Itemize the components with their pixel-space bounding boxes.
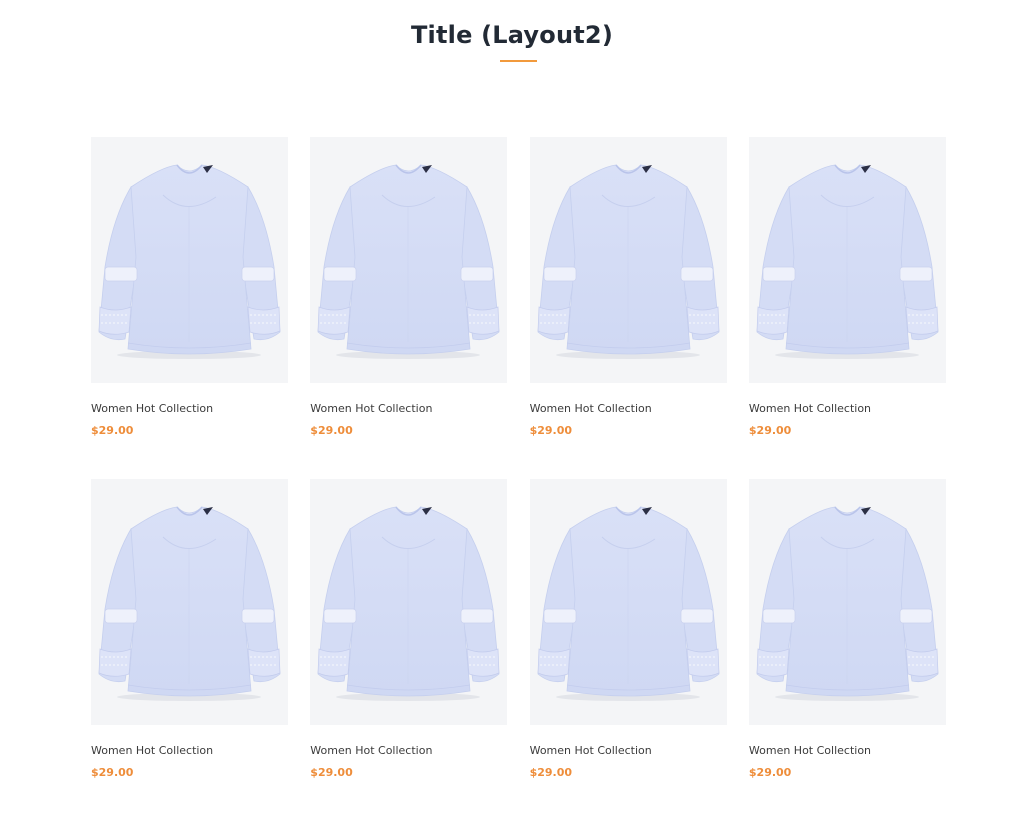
- section-title: Title (Layout2): [410, 21, 613, 49]
- product-price: $29.00: [529, 766, 573, 779]
- product-image[interactable]: [91, 137, 288, 383]
- product-price: $29.00: [529, 424, 573, 437]
- product-name[interactable]: Women Hot Collection: [91, 402, 213, 415]
- product-card[interactable]: Women Hot Collection $29.00: [91, 137, 288, 479]
- product-card[interactable]: Women Hot Collection $29.00: [529, 137, 727, 479]
- product-image[interactable]: [310, 479, 508, 725]
- title-underline: [500, 60, 537, 62]
- product-card[interactable]: Women Hot Collection $29.00: [529, 479, 727, 821]
- product-price: $29.00: [748, 766, 792, 779]
- blouse-image: [537, 506, 720, 701]
- product-grid: Women Hot Collection $29.00 Women Hot Co…: [91, 137, 946, 821]
- product-name[interactable]: Women Hot Collection: [749, 402, 871, 415]
- product-name[interactable]: Women Hot Collection: [749, 744, 871, 757]
- blouse-image: [756, 506, 939, 701]
- blouse-image: [317, 164, 500, 359]
- product-image[interactable]: [310, 137, 508, 383]
- blouse-image: [756, 164, 939, 359]
- product-name[interactable]: Women Hot Collection: [530, 402, 652, 415]
- product-image[interactable]: [529, 479, 727, 725]
- product-image[interactable]: [91, 479, 288, 725]
- product-image[interactable]: [748, 479, 946, 725]
- product-name[interactable]: Women Hot Collection: [310, 744, 432, 757]
- product-name[interactable]: Women Hot Collection: [530, 744, 652, 757]
- blouse-image: [98, 506, 281, 701]
- product-card[interactable]: Women Hot Collection $29.00: [310, 479, 508, 821]
- product-card[interactable]: Women Hot Collection $29.00: [310, 137, 508, 479]
- blouse-image: [317, 506, 500, 701]
- product-card[interactable]: Women Hot Collection $29.00: [748, 137, 946, 479]
- product-card[interactable]: Women Hot Collection $29.00: [748, 479, 946, 821]
- blouse-image: [98, 164, 281, 359]
- product-price: $29.00: [91, 766, 134, 779]
- blouse-image: [537, 164, 720, 359]
- product-image[interactable]: [529, 137, 727, 383]
- product-price: $29.00: [748, 424, 792, 437]
- product-image[interactable]: [748, 137, 946, 383]
- product-price: $29.00: [91, 424, 134, 437]
- product-name[interactable]: Women Hot Collection: [310, 402, 432, 415]
- product-name[interactable]: Women Hot Collection: [91, 744, 213, 757]
- product-price: $29.00: [310, 424, 353, 437]
- product-card[interactable]: Women Hot Collection $29.00: [91, 479, 288, 821]
- product-price: $29.00: [310, 766, 353, 779]
